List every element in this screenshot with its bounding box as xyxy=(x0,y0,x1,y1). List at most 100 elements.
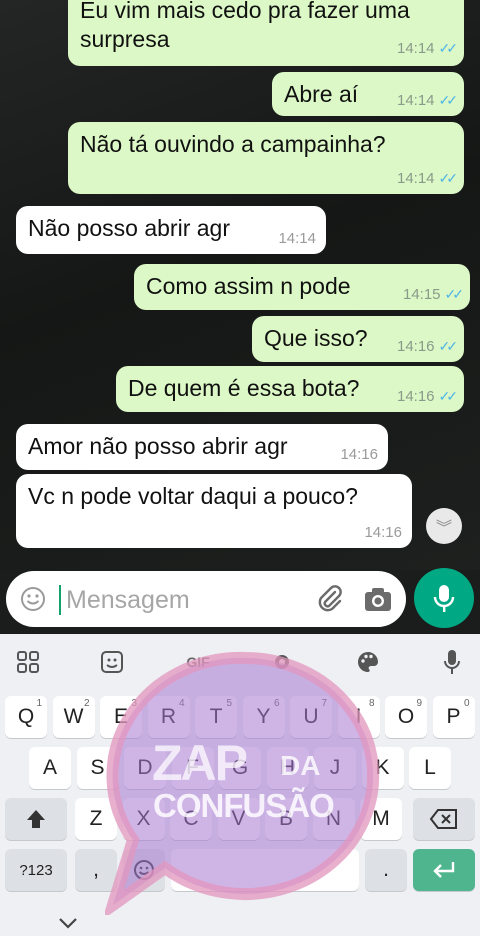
incoming-message[interactable]: Amor não posso abrir agr 14:16 xyxy=(16,424,388,470)
shift-key[interactable] xyxy=(5,798,67,840)
key-label: L xyxy=(424,756,436,779)
key-e[interactable]: E3 xyxy=(100,696,142,738)
sticker-icon[interactable] xyxy=(98,648,126,676)
key-label: M xyxy=(372,807,390,830)
space-key[interactable] xyxy=(171,849,359,891)
apps-grid-icon[interactable] xyxy=(14,648,42,676)
key-label: J xyxy=(329,756,341,779)
message-text: Eu vim mais cedo pra fazer uma surpresa xyxy=(80,0,410,52)
hide-keyboard-chevron-icon[interactable] xyxy=(58,916,78,930)
outgoing-message[interactable]: De quem é essa bota? 14:16 ✓✓ xyxy=(116,366,464,412)
key-n[interactable]: N xyxy=(312,798,355,840)
mic-button[interactable] xyxy=(414,568,474,628)
key-i[interactable]: I8 xyxy=(337,696,380,738)
key-f[interactable]: F xyxy=(171,747,214,789)
key-label: W xyxy=(63,705,84,728)
key-c[interactable]: C xyxy=(170,798,212,840)
key-q[interactable]: Q1 xyxy=(5,696,47,738)
key-label: C xyxy=(183,807,199,830)
key-l[interactable]: L xyxy=(409,747,451,789)
key-label: Y xyxy=(256,705,271,728)
key-label: D xyxy=(137,756,153,779)
key-label: N xyxy=(325,807,342,830)
key-label: Q xyxy=(17,705,35,728)
emoji-key[interactable] xyxy=(123,849,165,891)
message-time: 14:16 xyxy=(340,446,378,463)
double-check-read-icon: ✓✓ xyxy=(438,338,459,354)
message-meta: 14:14 ✓✓ xyxy=(396,170,458,187)
key-hint: 5 xyxy=(226,698,232,709)
key-label: O xyxy=(397,705,415,728)
enter-key[interactable] xyxy=(413,849,475,891)
chat-area[interactable]: Eu vim mais cedo pra fazer uma surpresa 1… xyxy=(0,0,480,570)
key-d[interactable]: D xyxy=(124,747,166,789)
message-time: 14:16 xyxy=(396,388,435,405)
message-input[interactable] xyxy=(64,579,298,621)
outgoing-message[interactable]: Eu vim mais cedo pra fazer uma surpresa 1… xyxy=(68,0,464,66)
key-j[interactable]: J xyxy=(314,747,356,789)
message-time: 14:14 xyxy=(396,170,435,187)
key-z[interactable]: Z xyxy=(75,798,117,840)
key-label: P xyxy=(446,705,461,728)
double-check-read-icon: ✓✓ xyxy=(444,286,465,302)
key-x[interactable]: X xyxy=(122,798,165,840)
theme-palette-icon[interactable] xyxy=(354,648,382,676)
message-time: 14:14 xyxy=(278,230,316,247)
gif-button[interactable]: GIF xyxy=(182,648,214,676)
message-text: Amor não posso abrir agr xyxy=(28,433,288,459)
key-label: ?123 xyxy=(19,861,53,879)
key-g[interactable]: G xyxy=(219,747,261,789)
incoming-message[interactable]: Não posso abrir agr 14:14 xyxy=(16,206,326,254)
backspace-icon xyxy=(429,809,457,829)
key-hint: 0 xyxy=(463,698,470,709)
key-t[interactable]: T5 xyxy=(195,696,237,738)
key-w[interactable]: W2 xyxy=(52,696,95,738)
outgoing-message[interactable]: Como assim n pode 14:15 ✓✓ xyxy=(134,264,470,310)
period-key[interactable]: . xyxy=(365,849,407,891)
key-hint: 4 xyxy=(178,698,185,709)
message-meta: 14:14 xyxy=(278,230,316,247)
settings-gear-icon[interactable] xyxy=(268,648,296,676)
key-y[interactable]: Y6 xyxy=(242,696,285,738)
key-label: S xyxy=(90,756,105,779)
incoming-message[interactable]: Vc n pode voltar daqui a pouco? 14:16 xyxy=(16,474,412,548)
text-caret xyxy=(59,585,61,615)
key-a[interactable]: A xyxy=(29,747,71,789)
key-b[interactable]: B xyxy=(265,798,307,840)
message-text: Não posso abrir agr xyxy=(28,215,230,241)
enter-arrow-icon xyxy=(433,862,455,878)
comma-key[interactable]: , xyxy=(75,849,117,891)
key-u[interactable]: U7 xyxy=(290,696,332,738)
emoji-icon[interactable] xyxy=(20,586,46,612)
double-check-read-icon: ✓✓ xyxy=(438,388,459,404)
message-text: Vc n pode voltar daqui a pouco? xyxy=(28,483,358,509)
key-label: I xyxy=(355,705,362,728)
camera-icon[interactable] xyxy=(363,585,393,613)
key-h[interactable]: H xyxy=(266,747,309,789)
key-label: Z xyxy=(89,807,103,830)
voice-input-mic-icon[interactable] xyxy=(438,648,466,676)
key-m[interactable]: M xyxy=(360,798,402,840)
symbols-key[interactable]: ?123 xyxy=(5,849,67,891)
key-hint: 2 xyxy=(83,698,90,709)
outgoing-message[interactable]: Que isso? 14:16 ✓✓ xyxy=(252,316,464,362)
message-meta: 14:14 ✓✓ xyxy=(396,40,458,57)
key-p[interactable]: P0 xyxy=(432,696,475,738)
key-s[interactable]: S xyxy=(76,747,119,789)
outgoing-message[interactable]: Não tá ouvindo a campainha? 14:14 ✓✓ xyxy=(68,122,464,194)
key-label: A xyxy=(42,756,57,779)
message-time: 14:14 xyxy=(396,40,435,57)
paperclip-icon[interactable] xyxy=(314,583,346,615)
key-o[interactable]: O9 xyxy=(385,696,427,738)
message-meta: 14:15 ✓✓ xyxy=(403,286,465,303)
key-hint: 3 xyxy=(131,698,137,709)
key-k[interactable]: K xyxy=(361,747,404,789)
key-v[interactable]: V xyxy=(217,798,260,840)
message-text: De quem é essa bota? xyxy=(128,375,360,401)
scroll-down-button[interactable]: ︾ xyxy=(426,508,462,544)
backspace-key[interactable] xyxy=(413,798,475,840)
outgoing-message[interactable]: Abre aí 14:14 ✓✓ xyxy=(272,72,464,116)
key-r[interactable]: R4 xyxy=(147,696,190,738)
shift-arrow-icon xyxy=(27,810,45,828)
key-hint: 6 xyxy=(273,698,280,709)
